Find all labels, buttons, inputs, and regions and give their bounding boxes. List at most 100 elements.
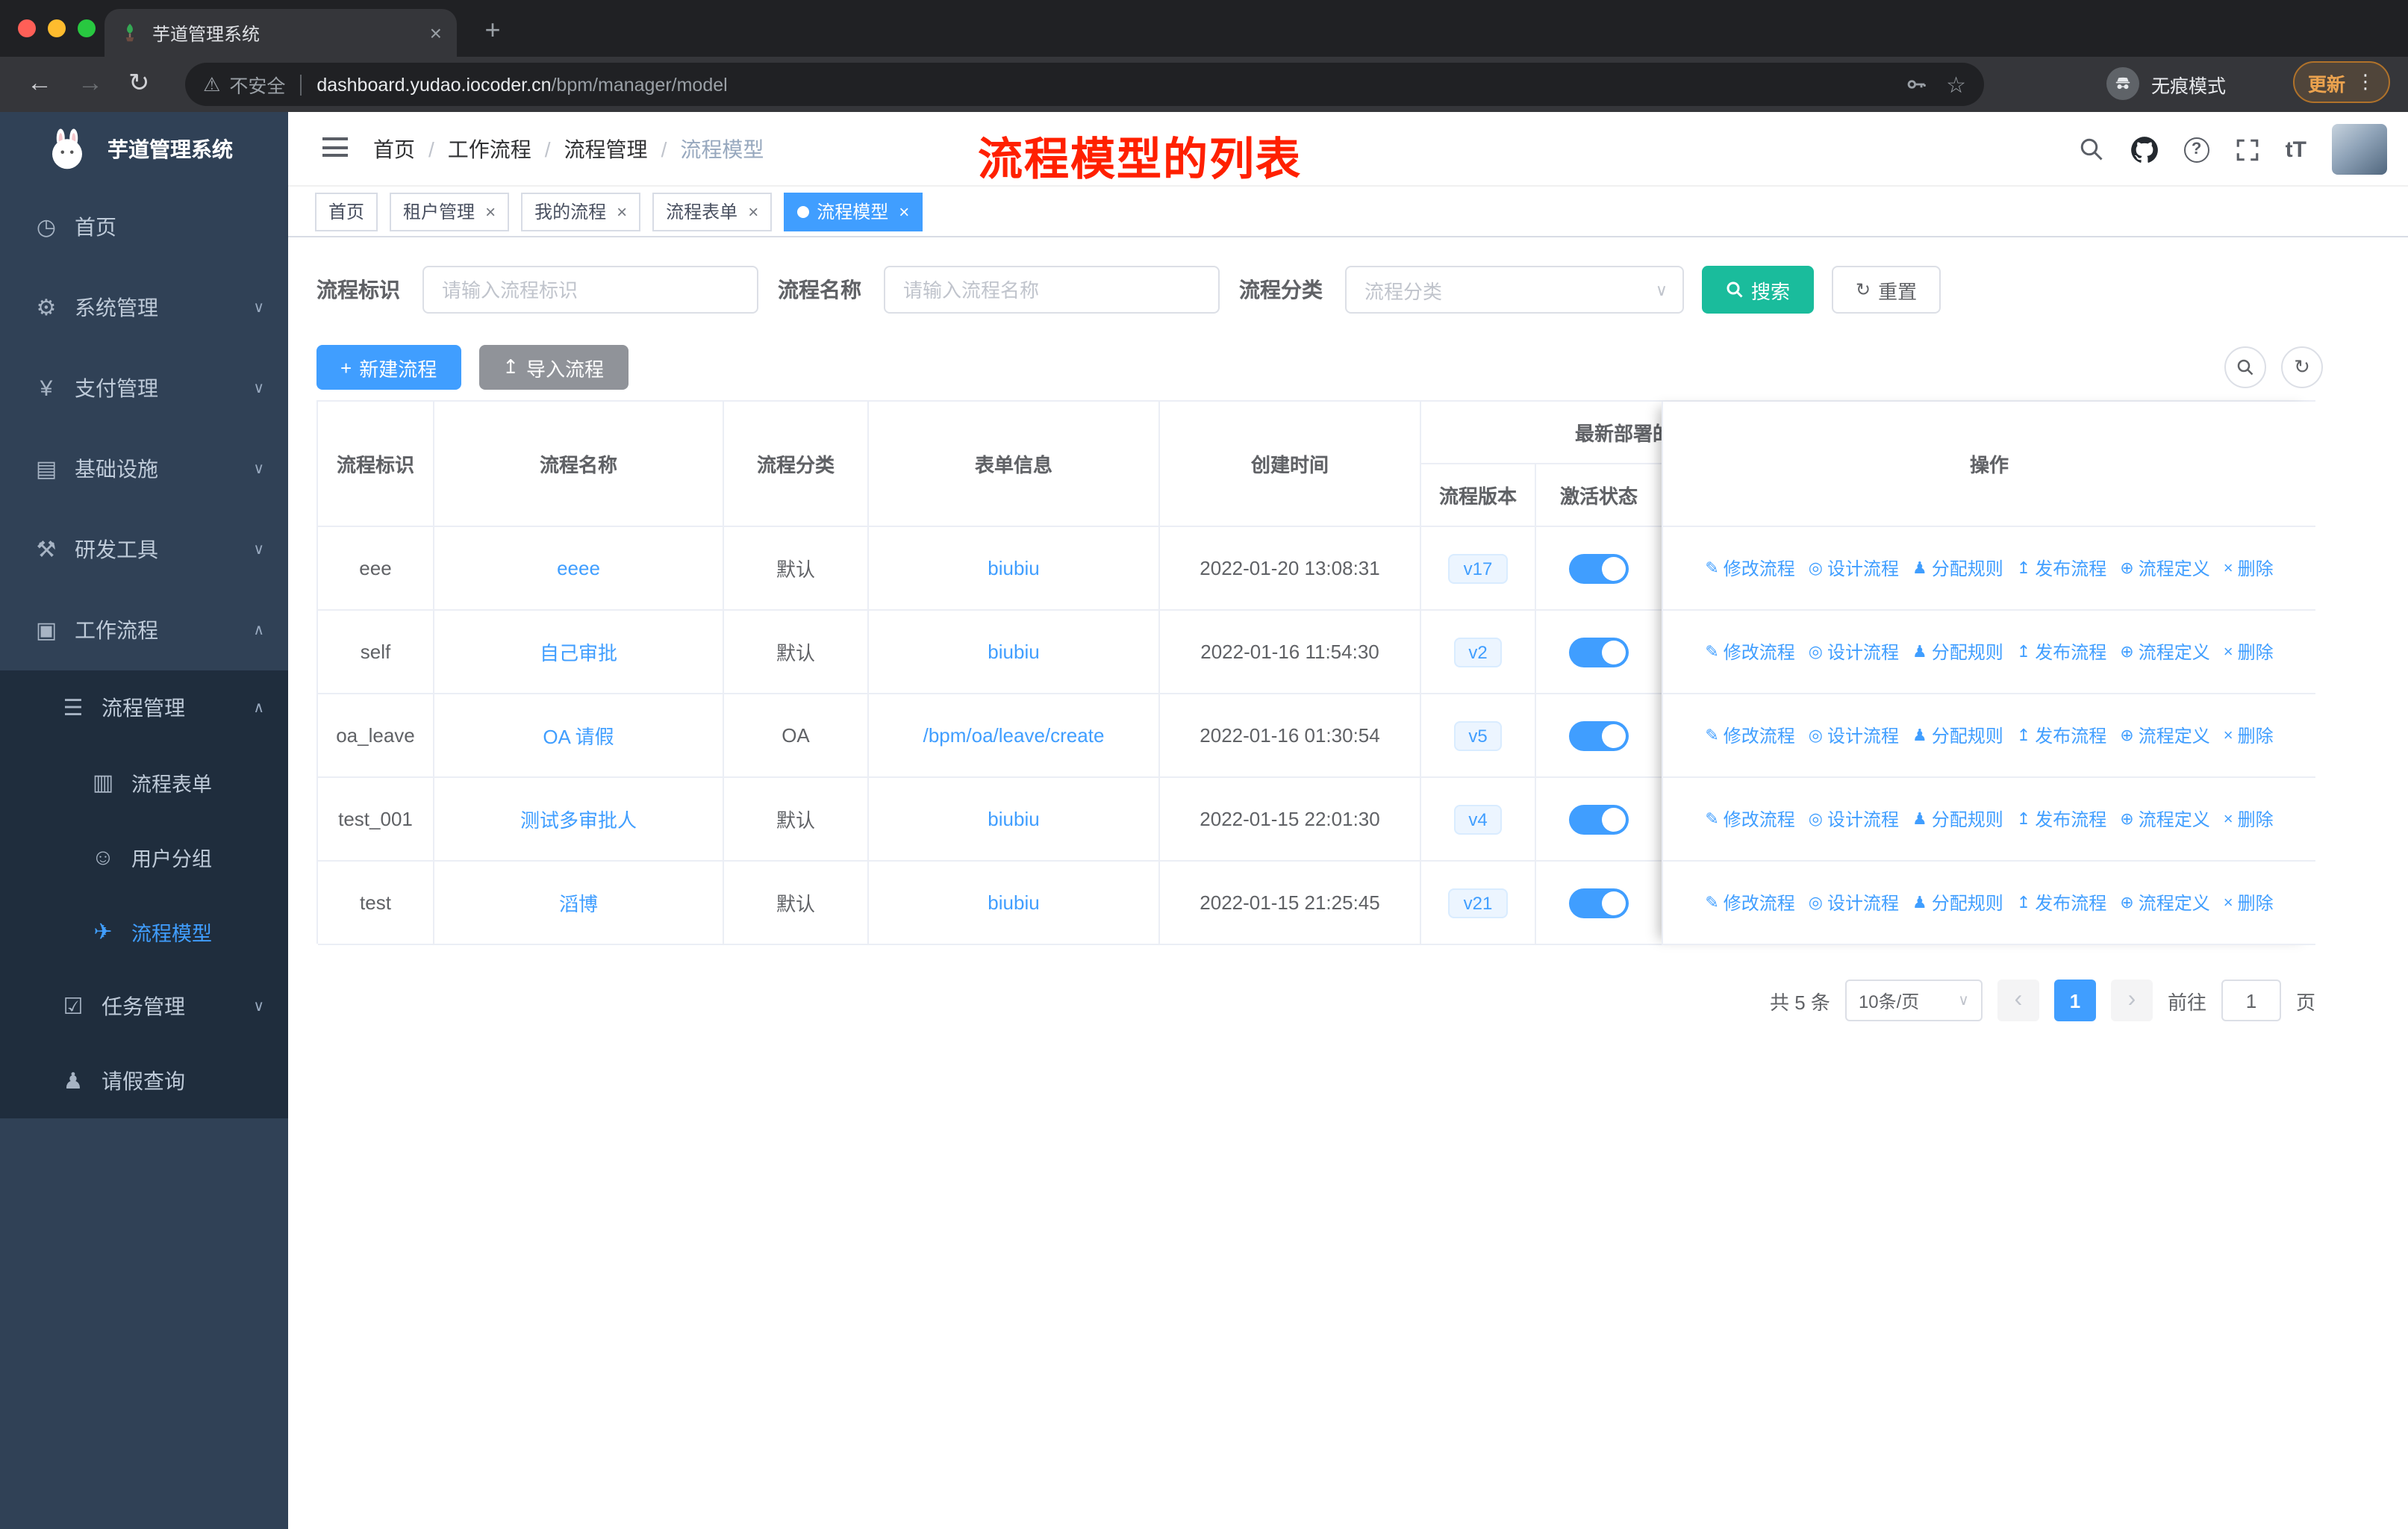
active-toggle[interactable] bbox=[1569, 888, 1629, 918]
op-publish-link[interactable]: ↥ 发布流程 bbox=[2017, 555, 2106, 581]
tab-close-icon[interactable]: × bbox=[430, 21, 442, 45]
op-definition-link[interactable]: ⊕ 流程定义 bbox=[2120, 639, 2209, 664]
op-definition-link[interactable]: ⊕ 流程定义 bbox=[2120, 555, 2209, 581]
browser-tab[interactable]: 芋道管理系统 × bbox=[105, 9, 457, 57]
reset-button[interactable]: ↻ 重置 bbox=[1832, 266, 1941, 314]
close-icon[interactable]: × bbox=[748, 201, 758, 222]
op-design-link[interactable]: ◎ 设计流程 bbox=[1809, 806, 1899, 832]
sidebar-item-process-form[interactable]: ▥ 流程表单 bbox=[0, 745, 288, 820]
sidebar-item-devtools[interactable]: ⚒ 研发工具 ∨ bbox=[0, 509, 288, 590]
op-edit-link[interactable]: ✎ 修改流程 bbox=[1705, 723, 1794, 748]
op-design-link[interactable]: ◎ 设计流程 bbox=[1809, 639, 1899, 664]
form-info-link[interactable]: biubiu bbox=[988, 557, 1039, 579]
op-assign-rule-link[interactable]: ♟ 分配规则 bbox=[1912, 890, 2003, 915]
close-window-button[interactable] bbox=[18, 19, 36, 37]
sidebar-collapse-icon[interactable] bbox=[322, 137, 348, 157]
new-tab-button[interactable]: + bbox=[475, 12, 511, 48]
address-bar[interactable]: ⚠ 不安全 dashboard.yudao.iocoder.cn/bpm/man… bbox=[185, 63, 1984, 106]
breadcrumb-workflow[interactable]: 工作流程 bbox=[448, 134, 531, 164]
next-page-button[interactable]: › bbox=[2110, 980, 2153, 1021]
version-tag[interactable]: v4 bbox=[1453, 804, 1503, 834]
op-delete-link[interactable]: × 删除 bbox=[2224, 890, 2274, 915]
current-page-button[interactable]: 1 bbox=[2053, 980, 2096, 1021]
user-avatar[interactable] bbox=[2332, 124, 2387, 175]
tag-my-process[interactable]: 我的流程 × bbox=[521, 192, 641, 231]
op-delete-link[interactable]: × 删除 bbox=[2224, 555, 2274, 581]
version-tag[interactable]: v21 bbox=[1448, 888, 1508, 918]
op-definition-link[interactable]: ⊕ 流程定义 bbox=[2120, 806, 2209, 832]
breadcrumb-process-management[interactable]: 流程管理 bbox=[564, 134, 648, 164]
process-name-link[interactable]: 滔博 bbox=[559, 888, 598, 917]
op-assign-rule-link[interactable]: ♟ 分配规则 bbox=[1912, 639, 2003, 664]
op-assign-rule-link[interactable]: ♟ 分配规则 bbox=[1912, 723, 2003, 748]
process-name-link[interactable]: 测试多审批人 bbox=[520, 805, 637, 833]
op-design-link[interactable]: ◎ 设计流程 bbox=[1809, 555, 1899, 581]
op-delete-link[interactable]: × 删除 bbox=[2224, 723, 2274, 748]
process-name-link[interactable]: OA 请假 bbox=[543, 721, 614, 750]
version-tag[interactable]: v17 bbox=[1448, 553, 1508, 583]
op-definition-link[interactable]: ⊕ 流程定义 bbox=[2120, 723, 2209, 748]
op-delete-link[interactable]: × 删除 bbox=[2224, 639, 2274, 664]
op-edit-link[interactable]: ✎ 修改流程 bbox=[1705, 555, 1794, 581]
op-publish-link[interactable]: ↥ 发布流程 bbox=[2017, 806, 2106, 832]
form-info-link[interactable]: /bpm/oa/leave/create bbox=[923, 724, 1105, 747]
form-info-link[interactable]: biubiu bbox=[988, 808, 1039, 830]
close-icon[interactable]: × bbox=[899, 201, 909, 222]
incognito-chip[interactable]: 无痕模式 bbox=[2106, 63, 2226, 105]
tag-home[interactable]: 首页 bbox=[315, 192, 378, 231]
op-design-link[interactable]: ◎ 设计流程 bbox=[1809, 723, 1899, 748]
tag-process-form[interactable]: 流程表单 × bbox=[652, 192, 773, 231]
breadcrumb-home[interactable]: 首页 bbox=[373, 134, 415, 164]
create-process-button[interactable]: + 新建流程 bbox=[316, 345, 461, 390]
op-design-link[interactable]: ◎ 设计流程 bbox=[1809, 890, 1899, 915]
active-toggle[interactable] bbox=[1569, 553, 1629, 583]
process-name-input[interactable] bbox=[884, 266, 1220, 314]
op-delete-link[interactable]: × 删除 bbox=[2224, 806, 2274, 832]
reload-icon[interactable]: ↻ bbox=[128, 70, 150, 96]
app-logo[interactable]: 芋道管理系统 bbox=[0, 112, 288, 187]
category-select[interactable]: 流程分类 ∨ bbox=[1345, 266, 1684, 314]
op-edit-link[interactable]: ✎ 修改流程 bbox=[1705, 890, 1794, 915]
op-assign-rule-link[interactable]: ♟ 分配规则 bbox=[1912, 555, 2003, 581]
bookmark-star-icon[interactable]: ☆ bbox=[1946, 71, 1966, 98]
sidebar-item-process-management[interactable]: ☰ 流程管理 ∧ bbox=[0, 670, 288, 745]
op-publish-link[interactable]: ↥ 发布流程 bbox=[2017, 639, 2106, 664]
op-definition-link[interactable]: ⊕ 流程定义 bbox=[2120, 890, 2209, 915]
import-process-button[interactable]: ↥ 导入流程 bbox=[478, 345, 628, 390]
sidebar-item-system[interactable]: ⚙ 系统管理 ∨ bbox=[0, 267, 288, 348]
prev-page-button[interactable]: ‹ bbox=[1997, 980, 2039, 1021]
process-id-input[interactable] bbox=[422, 266, 758, 314]
search-icon[interactable] bbox=[2078, 136, 2105, 163]
close-icon[interactable]: × bbox=[617, 201, 627, 222]
github-icon[interactable] bbox=[2130, 135, 2159, 164]
version-tag[interactable]: v2 bbox=[1453, 637, 1503, 667]
process-name-link[interactable]: eeee bbox=[557, 557, 600, 579]
op-assign-rule-link[interactable]: ♟ 分配规则 bbox=[1912, 806, 2003, 832]
op-edit-link[interactable]: ✎ 修改流程 bbox=[1705, 806, 1794, 832]
form-info-link[interactable]: biubiu bbox=[988, 891, 1039, 914]
key-icon[interactable] bbox=[1903, 72, 1928, 97]
form-info-link[interactable]: biubiu bbox=[988, 641, 1039, 663]
forward-icon[interactable]: → bbox=[78, 70, 103, 96]
goto-page-input[interactable] bbox=[2221, 980, 2281, 1021]
sidebar-item-payment[interactable]: ¥ 支付管理 ∨ bbox=[0, 348, 288, 429]
sidebar-item-home[interactable]: ◷ 首页 bbox=[0, 187, 288, 267]
browser-menu-icon[interactable]: ⋮ bbox=[2356, 70, 2375, 94]
back-icon[interactable]: ← bbox=[27, 70, 52, 96]
op-publish-link[interactable]: ↥ 发布流程 bbox=[2017, 890, 2106, 915]
sidebar-item-infrastructure[interactable]: ▤ 基础设施 ∨ bbox=[0, 429, 288, 509]
browser-update-button[interactable]: 更新 ⋮ bbox=[2292, 61, 2390, 103]
active-toggle[interactable] bbox=[1569, 637, 1629, 667]
sidebar-item-process-model[interactable]: ✈ 流程模型 bbox=[0, 894, 288, 969]
search-button[interactable]: 搜索 bbox=[1702, 266, 1815, 314]
version-tag[interactable]: v5 bbox=[1453, 720, 1503, 750]
process-name-link[interactable]: 自己审批 bbox=[540, 638, 617, 666]
tag-process-model[interactable]: 流程模型 × bbox=[784, 192, 923, 231]
fullscreen-icon[interactable] bbox=[2235, 137, 2260, 162]
tag-tenant[interactable]: 租户管理 × bbox=[390, 192, 510, 231]
refresh-table-button[interactable]: ↻ bbox=[2281, 346, 2323, 388]
op-publish-link[interactable]: ↥ 发布流程 bbox=[2017, 723, 2106, 748]
sidebar-item-workflow[interactable]: ▣ 工作流程 ∧ bbox=[0, 590, 288, 670]
zoom-window-button[interactable] bbox=[78, 19, 96, 37]
op-edit-link[interactable]: ✎ 修改流程 bbox=[1705, 639, 1794, 664]
